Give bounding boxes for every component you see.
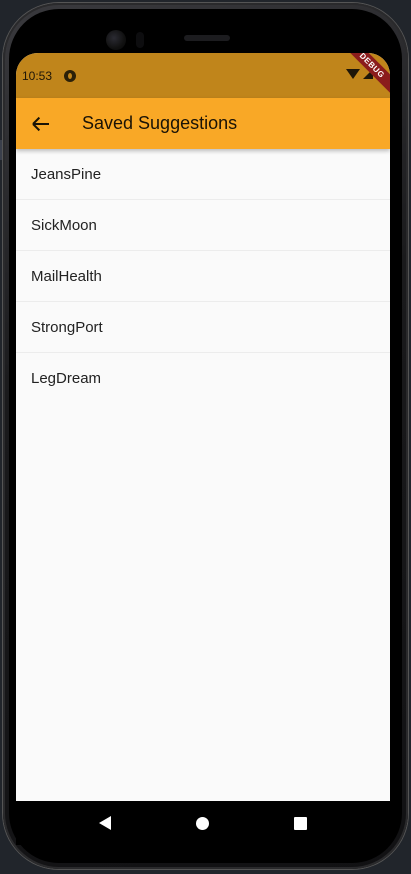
camera-sensor: [136, 32, 144, 48]
notification-icon: [64, 69, 77, 82]
list-item[interactable]: LegDream: [16, 353, 390, 404]
list-item[interactable]: SickMoon: [16, 200, 390, 251]
status-bar: 10:53 DEBUG: [16, 53, 390, 99]
arrow-left-icon: [32, 116, 49, 131]
app-screen: 10:53 DEBUG Saved Suggestions JeansPine …: [16, 53, 390, 801]
list-item[interactable]: StrongPort: [16, 302, 390, 353]
list-item[interactable]: MailHealth: [16, 251, 390, 302]
back-button[interactable]: [16, 98, 66, 149]
circle-home-icon[interactable]: [195, 816, 209, 830]
page-title: Saved Suggestions: [82, 113, 238, 133]
wifi-icon: [346, 68, 360, 79]
triangle-back-icon[interactable]: [98, 816, 111, 830]
system-navigation-bar: [16, 801, 390, 845]
square-recents-icon[interactable]: [294, 816, 308, 830]
app-bar: Saved Suggestions: [16, 98, 390, 149]
list-item[interactable]: JeansPine: [16, 149, 390, 200]
earpiece-speaker: [184, 35, 230, 41]
status-time: 10:53: [22, 68, 53, 83]
front-camera: [106, 30, 126, 50]
saved-suggestions-list: JeansPine SickMoon MailHealth StrongPort…: [16, 149, 390, 404]
